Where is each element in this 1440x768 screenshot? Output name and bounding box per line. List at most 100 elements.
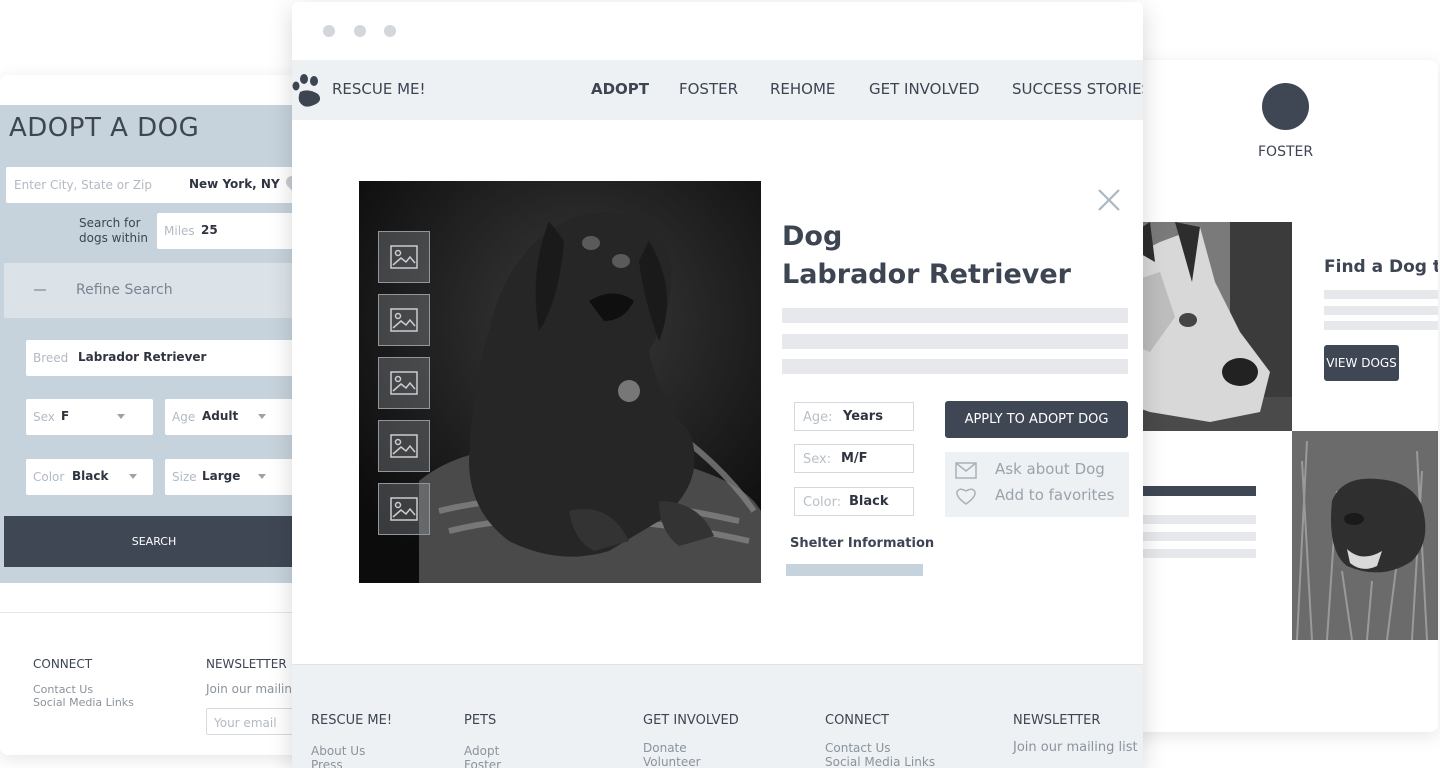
thumbnail-2[interactable]: [378, 294, 430, 346]
nav-foster[interactable]: FOSTER: [679, 80, 738, 98]
image-icon: [390, 434, 418, 458]
footer-heading-get-involved: GET INVOLVED: [643, 713, 739, 728]
sex-attribute-value: M/F: [841, 451, 868, 466]
thumbnail-1[interactable]: [378, 231, 430, 283]
ask-about-dog-link[interactable]: Ask about Dog: [995, 460, 1105, 478]
footer-link-press[interactable]: Press: [311, 758, 343, 768]
footer-newsletter-heading: NEWSLETTER: [206, 657, 287, 671]
footer-link-contact[interactable]: Contact Us: [825, 741, 891, 755]
newsletter-email-input[interactable]: Your email: [206, 708, 300, 735]
footer-link-about[interactable]: About Us: [311, 744, 365, 758]
size-value: Large: [202, 469, 241, 483]
thumbnail-4[interactable]: [378, 420, 430, 472]
window-dot-icon: [384, 25, 396, 37]
thumbnail-5[interactable]: [378, 483, 430, 535]
site-footer: RESCUE ME! About Us Press PETS Adopt Fos…: [292, 664, 1143, 768]
envelope-icon: [955, 462, 977, 479]
location-input[interactable]: Enter City, State or Zip New York, NY: [6, 167, 300, 203]
breed-placeholder: Breed: [33, 351, 69, 365]
chevron-down-icon: [129, 474, 137, 479]
sex-attribute-label: Sex:: [803, 452, 832, 467]
brand-name[interactable]: RESCUE ME!: [332, 80, 426, 98]
dog-detail-window: RESCUE ME! ADOPT FOSTER REHOME GET INVOL…: [292, 2, 1143, 768]
footer-link-volunteer[interactable]: Volunteer: [643, 755, 701, 768]
age-select[interactable]: Age Adult: [165, 399, 300, 435]
image-icon: [390, 497, 418, 521]
color-placeholder: Color: [33, 470, 65, 484]
add-to-favorites-link[interactable]: Add to favorites: [995, 486, 1114, 504]
text-placeholder-line: [1324, 321, 1438, 330]
search-button[interactable]: SEARCH: [4, 516, 300, 567]
refine-search-toggle[interactable]: Refine Search: [4, 263, 300, 318]
page-title: ADOPT A DOG: [9, 113, 200, 143]
dog-photo: [359, 181, 761, 583]
sex-select[interactable]: Sex F: [26, 399, 153, 435]
nav-rehome[interactable]: REHOME: [770, 80, 835, 98]
color-attribute-label: Color:: [803, 495, 842, 510]
chevron-down-icon: [258, 474, 266, 479]
footer-connect-heading: CONNECT: [33, 657, 93, 671]
refine-search-label: Refine Search: [76, 282, 173, 298]
size-placeholder: Size: [172, 470, 197, 484]
image-icon: [390, 308, 418, 332]
foster-card: FOSTER Find a Dog to: [1120, 60, 1438, 732]
dog-title: Dog: [782, 221, 843, 252]
sex-value: F: [61, 409, 70, 423]
top-nav: RESCUE ME! ADOPT FOSTER REHOME GET INVOL…: [292, 60, 1143, 120]
breed-value: Labrador Retriever: [78, 350, 207, 364]
bulldog-photo: [1292, 431, 1438, 640]
chevron-down-icon: [117, 414, 125, 419]
image-icon: [390, 245, 418, 269]
find-dog-heading: Find a Dog to: [1324, 257, 1438, 277]
view-dogs-button[interactable]: VIEW DOGS: [1324, 345, 1399, 381]
description-placeholder-line: [782, 359, 1128, 374]
window-dot-icon: [323, 25, 335, 37]
color-attribute-value: Black: [849, 494, 889, 509]
miles-select[interactable]: Miles 25: [157, 213, 300, 249]
heart-icon[interactable]: [955, 487, 977, 506]
description-placeholder-line: [782, 308, 1128, 323]
footer-link-contact[interactable]: Contact Us: [33, 683, 93, 696]
apply-to-adopt-button[interactable]: APPLY TO ADOPT DOG: [945, 401, 1128, 438]
footer-newsletter-text: Join our mailing list: [1013, 740, 1138, 755]
foster-avatar-icon: [1262, 83, 1309, 130]
footer-newsletter-text: Join our mailin: [206, 682, 292, 696]
dog-breed-title: Labrador Retriever: [782, 259, 1071, 290]
age-attribute-value: Years: [843, 409, 883, 424]
image-icon: [390, 371, 418, 395]
shelter-info-placeholder: [786, 564, 923, 576]
nav-success-stories[interactable]: SUCCESS STORIES: [1012, 80, 1143, 98]
footer-heading-pets: PETS: [464, 713, 497, 728]
footer-heading-connect: CONNECT: [825, 713, 889, 728]
window-dot-icon: [354, 25, 366, 37]
footer-link-foster[interactable]: Foster: [464, 758, 501, 768]
dog-actions-box: Ask about Dog Add to favorites: [945, 452, 1129, 517]
nav-adopt[interactable]: ADOPT: [591, 80, 649, 98]
location-value: New York, NY: [189, 177, 280, 191]
search-within-label: Search for dogs within: [79, 216, 149, 245]
size-select[interactable]: Size Large: [165, 459, 300, 495]
sex-attribute: Sex: M/F: [794, 444, 914, 473]
sex-placeholder: Sex: [33, 410, 55, 424]
footer-divider: [0, 612, 300, 613]
husky-photo: [1120, 222, 1292, 431]
age-value: Adult: [202, 409, 239, 423]
age-placeholder: Age: [172, 410, 196, 424]
footer-link-donate[interactable]: Donate: [643, 741, 687, 755]
age-attribute-label: Age:: [803, 410, 833, 425]
thumbnail-3[interactable]: [378, 357, 430, 409]
footer-link-adopt[interactable]: Adopt: [464, 744, 499, 758]
description-placeholder-line: [782, 334, 1128, 349]
footer-link-social[interactable]: Social Media Links: [825, 755, 935, 768]
color-select[interactable]: Color Black: [26, 459, 153, 495]
miles-value: 25: [201, 223, 218, 237]
breed-input[interactable]: Breed Labrador Retriever: [26, 340, 300, 376]
paw-logo-icon[interactable]: [292, 70, 324, 110]
color-attribute: Color: Black: [794, 487, 914, 516]
nav-get-involved[interactable]: GET INVOLVED: [869, 80, 979, 98]
footer-link-social[interactable]: Social Media Links: [33, 696, 134, 709]
close-icon[interactable]: [1096, 187, 1122, 213]
email-placeholder: Your email: [214, 716, 277, 730]
text-placeholder-line: [1324, 290, 1438, 299]
footer-heading-rescue: RESCUE ME!: [311, 713, 393, 728]
